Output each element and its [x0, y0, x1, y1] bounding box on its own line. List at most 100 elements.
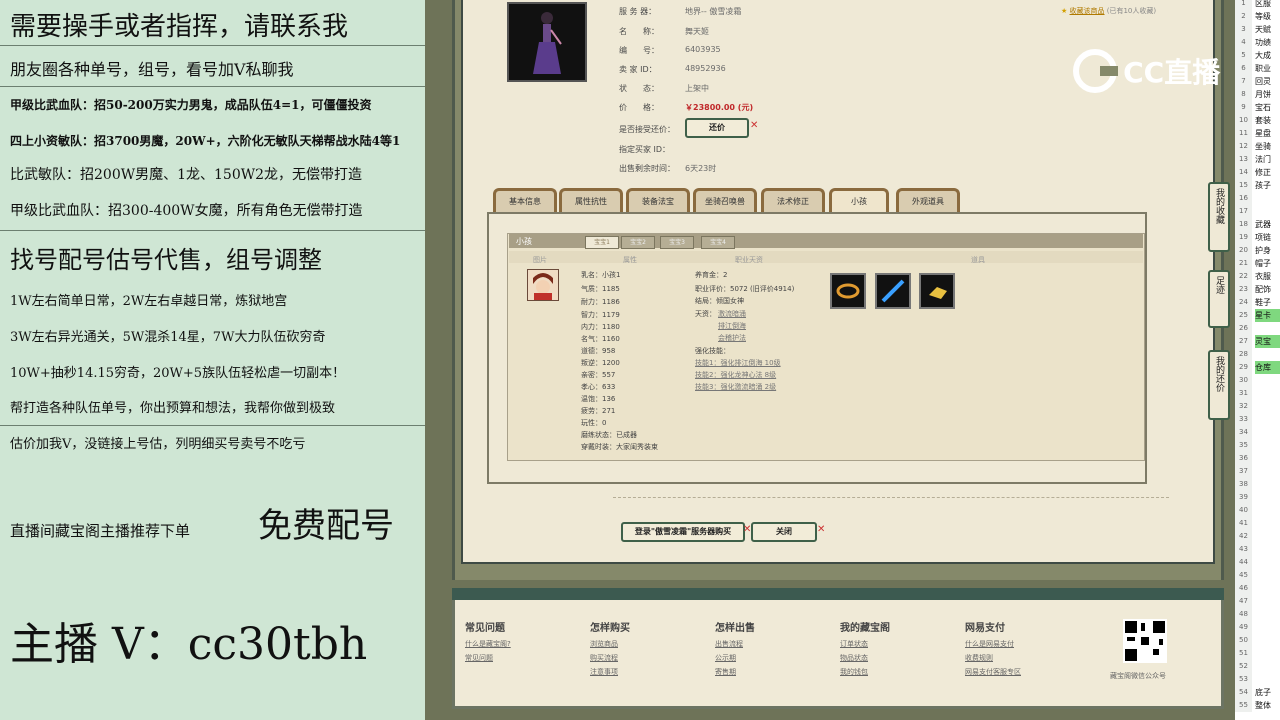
sheet-row[interactable]: 14 修正 — [1235, 166, 1280, 179]
sheet-cell[interactable]: 法门 — [1255, 153, 1271, 166]
sheet-row[interactable]: 22 衣服 — [1235, 270, 1280, 283]
tab-attributes[interactable]: 属性抗性 — [559, 188, 623, 213]
sheet-row[interactable]: 49 — [1235, 621, 1280, 634]
sheet-row[interactable]: 47 — [1235, 595, 1280, 608]
sheet-row[interactable]: 2 等级 — [1235, 10, 1280, 23]
subtab-baby-4[interactable]: 宝宝4 — [701, 236, 735, 249]
skill-link[interactable]: 技能1：强化排江倒海 10级 — [695, 358, 781, 368]
subtab-baby-2[interactable]: 宝宝2 — [621, 236, 655, 249]
sheet-cell[interactable]: 星卡 — [1255, 309, 1280, 322]
sheet-cell[interactable]: 星盘 — [1255, 127, 1271, 140]
sheet-row[interactable]: 21 帽子 — [1235, 257, 1280, 270]
sheet-row[interactable]: 27 灵宝 — [1235, 335, 1280, 348]
sheet-row[interactable]: 10 套装 — [1235, 114, 1280, 127]
sheet-cell[interactable]: 灵宝 — [1255, 335, 1280, 348]
my-bargains-button[interactable]: 我的还价 — [1208, 350, 1230, 420]
talent-link[interactable]: 排江倒海 — [718, 321, 746, 331]
sheet-row[interactable]: 34 — [1235, 426, 1280, 439]
sheet-row[interactable]: 26 — [1235, 322, 1280, 335]
footer-link[interactable]: 公示期 — [715, 653, 736, 663]
sheet-cell[interactable]: 整体 — [1255, 699, 1271, 712]
footer-link[interactable]: 出售流程 — [715, 639, 743, 649]
sheet-cell[interactable]: 大成 — [1255, 49, 1271, 62]
sheet-row[interactable]: 28 — [1235, 348, 1280, 361]
footer-link[interactable]: 购买流程 — [590, 653, 618, 663]
sheet-cell[interactable]: 衣服 — [1255, 270, 1271, 283]
sheet-cell[interactable]: 底子 — [1255, 686, 1271, 699]
sheet-row[interactable]: 32 — [1235, 400, 1280, 413]
sheet-row[interactable]: 37 — [1235, 465, 1280, 478]
footer-link[interactable]: 订单状态 — [840, 639, 868, 649]
talent-link[interactable]: 激流暗涌 — [718, 309, 746, 319]
subtab-baby-1[interactable]: 宝宝1 — [585, 236, 619, 249]
sheet-row[interactable]: 5 大成 — [1235, 49, 1280, 62]
sheet-row[interactable]: 48 — [1235, 608, 1280, 621]
skill-link[interactable]: 技能2：强化龙神心法 8级 — [695, 370, 776, 380]
sheet-cell[interactable]: 套装 — [1255, 114, 1271, 127]
tab-mounts-pets[interactable]: 坐骑召唤兽 — [693, 188, 757, 213]
sheet-cell[interactable]: 等级 — [1255, 10, 1271, 23]
item-gold-icon[interactable] — [919, 273, 955, 309]
sheet-row[interactable]: 42 — [1235, 530, 1280, 543]
sheet-row[interactable]: 15 孩子 — [1235, 179, 1280, 192]
sheet-row[interactable]: 23 配饰 — [1235, 283, 1280, 296]
sheet-row[interactable]: 4 功绩 — [1235, 36, 1280, 49]
sheet-cell[interactable]: 宝石 — [1255, 101, 1271, 114]
sheet-cell[interactable]: 坐骑 — [1255, 140, 1271, 153]
footer-link[interactable]: 物品状态 — [840, 653, 868, 663]
sheet-row[interactable]: 46 — [1235, 582, 1280, 595]
sheet-cell[interactable]: 区服 — [1255, 0, 1271, 10]
talent-link[interactable]: 会稽护法 — [718, 333, 746, 343]
sheet-row[interactable]: 6 职业 — [1235, 62, 1280, 75]
footer-link[interactable]: 常见问题 — [465, 653, 493, 663]
sheet-row[interactable]: 35 — [1235, 439, 1280, 452]
sheet-row[interactable]: 24 鞋子 — [1235, 296, 1280, 309]
sheet-cell[interactable]: 职业 — [1255, 62, 1271, 75]
sheet-row[interactable]: 18 武器 — [1235, 218, 1280, 231]
sheet-cell[interactable]: 孩子 — [1255, 179, 1271, 192]
favorite-link[interactable]: ★ 收藏该商品 (已有10人收藏) — [1061, 6, 1156, 16]
my-favorites-button[interactable]: 我的收藏 — [1208, 182, 1230, 252]
footer-link[interactable]: 收费规则 — [965, 653, 993, 663]
footer-link[interactable]: 什么是网易支付 — [965, 639, 1014, 649]
sheet-cell[interactable]: 仓库 — [1255, 361, 1280, 374]
item-blade-icon[interactable] — [875, 273, 911, 309]
sheet-row[interactable]: 16 — [1235, 192, 1280, 205]
sheet-cell[interactable]: 修正 — [1255, 166, 1271, 179]
sheet-row[interactable]: 55 整体 — [1235, 699, 1280, 712]
sheet-row[interactable]: 25 星卡 — [1235, 309, 1280, 322]
sheet-row[interactable]: 38 — [1235, 478, 1280, 491]
footer-link[interactable]: 浏览商品 — [590, 639, 618, 649]
footer-link[interactable]: 网易支付客服专区 — [965, 667, 1021, 677]
sheet-row[interactable]: 11 星盘 — [1235, 127, 1280, 140]
sheet-row[interactable]: 31 — [1235, 387, 1280, 400]
sheet-row[interactable]: 19 项链 — [1235, 231, 1280, 244]
sheet-row[interactable]: 20 护身 — [1235, 244, 1280, 257]
sheet-row[interactable]: 53 — [1235, 673, 1280, 686]
sheet-row[interactable]: 13 法门 — [1235, 153, 1280, 166]
sheet-cell[interactable]: 帽子 — [1255, 257, 1271, 270]
sheet-cell[interactable]: 鞋子 — [1255, 296, 1271, 309]
sheet-cell[interactable]: 回灵 — [1255, 75, 1271, 88]
sheet-cell[interactable]: 配饰 — [1255, 283, 1271, 296]
sheet-row[interactable]: 9 宝石 — [1235, 101, 1280, 114]
sheet-row[interactable]: 3 天赋 — [1235, 23, 1280, 36]
sheet-row[interactable]: 51 — [1235, 647, 1280, 660]
skill-link[interactable]: 技能3：强化激流暗涌 2级 — [695, 382, 776, 392]
sheet-row[interactable]: 12 坐骑 — [1235, 140, 1280, 153]
tab-child[interactable]: 小孩 — [829, 188, 889, 213]
sheet-row[interactable]: 7 回灵 — [1235, 75, 1280, 88]
sheet-cell[interactable]: 项链 — [1255, 231, 1271, 244]
sheet-row[interactable]: 30 — [1235, 374, 1280, 387]
close-button[interactable]: 关闭 — [751, 522, 817, 542]
sheet-cell[interactable]: 武器 — [1255, 218, 1271, 231]
login-server-buy-button[interactable]: 登录"傲雪凌霜"服务器购买 — [621, 522, 745, 542]
footprint-button[interactable]: 足迹 — [1208, 270, 1230, 328]
sheet-row[interactable]: 39 — [1235, 491, 1280, 504]
sheet-cell[interactable]: 天赋 — [1255, 23, 1271, 36]
sheet-cell[interactable]: 功绩 — [1255, 36, 1271, 49]
tab-equipment[interactable]: 装备法宝 — [626, 188, 690, 213]
subtab-baby-3[interactable]: 宝宝3 — [660, 236, 694, 249]
sheet-row[interactable]: 1 区服 — [1235, 0, 1280, 10]
sheet-row[interactable]: 44 — [1235, 556, 1280, 569]
